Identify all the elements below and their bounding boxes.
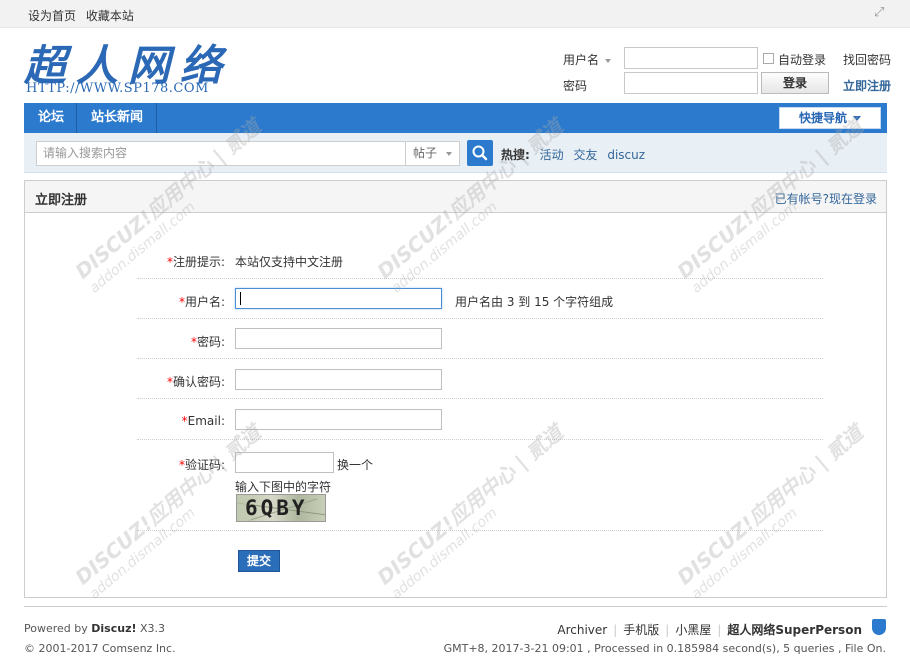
captcha-hint: 输入下图中的字符 bbox=[235, 480, 332, 494]
quick-nav-label: 快捷导航 bbox=[798, 111, 847, 125]
nav-divider bbox=[156, 103, 157, 133]
hot-search-label: 热搜: bbox=[501, 148, 530, 162]
mobile-link[interactable]: 手机版 bbox=[623, 623, 659, 637]
footer-links: Archiver | 手机版 | 小黑屋 | 超人网络SuperPerson bbox=[557, 623, 862, 637]
archiver-link[interactable]: Archiver bbox=[557, 623, 607, 637]
confirm-password-label: *确认密码: bbox=[166, 375, 225, 389]
password-field-label: *密码: bbox=[190, 335, 225, 349]
confirm-password-field[interactable] bbox=[235, 369, 442, 390]
panel-header: 立即注册 已有帐号?现在登录 bbox=[25, 181, 886, 213]
powered-by: Powered by Discuz! X3.3 bbox=[24, 622, 166, 635]
password-label: 密码 bbox=[563, 79, 588, 93]
submit-button[interactable]: 提交 bbox=[238, 550, 280, 572]
chevron-down-icon bbox=[605, 58, 612, 63]
page-title: 立即注册 bbox=[35, 193, 88, 208]
search-icon bbox=[472, 145, 488, 161]
search-bar: 请输入搜索内容 帖子 热搜: 活动 交友 discuz bbox=[24, 133, 887, 173]
notice-label: *注册提示: bbox=[166, 255, 225, 269]
copyright: © 2001-2017 Comsenz Inc. bbox=[24, 642, 176, 655]
fullscreen-icon[interactable]: ⤢ bbox=[874, 6, 888, 20]
nav-item-forum[interactable]: 论坛 bbox=[38, 103, 64, 133]
blackroom-link[interactable]: 小黑屋 bbox=[675, 623, 711, 637]
hot-search-item[interactable]: 活动 bbox=[540, 148, 564, 162]
nav-item-webmaster-news[interactable]: 站长新闻 bbox=[91, 103, 143, 133]
row-divider bbox=[137, 439, 823, 440]
text-caret bbox=[240, 292, 241, 305]
username-type-select[interactable]: 用户名 bbox=[563, 51, 612, 68]
find-password-link[interactable]: 找回密码 bbox=[843, 51, 891, 68]
captcha-field-label: *验证码: bbox=[178, 458, 225, 472]
row-divider bbox=[137, 278, 823, 279]
email-field-label: *Email: bbox=[181, 414, 225, 428]
chevron-down-icon bbox=[446, 152, 452, 156]
set-homepage-link[interactable]: 设为首页 bbox=[28, 9, 76, 23]
hot-search-item[interactable]: 交友 bbox=[573, 148, 597, 162]
email-field[interactable] bbox=[235, 409, 442, 430]
have-account-login-link[interactable]: 已有帐号?现在登录 bbox=[775, 190, 877, 207]
login-password-input[interactable] bbox=[624, 72, 758, 94]
nav-divider bbox=[76, 103, 77, 133]
captcha-refresh-link[interactable]: 换一个 bbox=[337, 456, 373, 473]
bookmark-site-link[interactable]: 收藏本站 bbox=[86, 9, 134, 23]
register-now-link[interactable]: 立即注册 bbox=[843, 77, 891, 94]
register-panel: 立即注册 已有帐号?现在登录 *注册提示: 本站仅支持中文注册 *用户名: 用户… bbox=[24, 180, 887, 598]
row-divider bbox=[137, 318, 823, 319]
username-field[interactable] bbox=[235, 288, 442, 309]
top-utility-bar: 设为首页 收藏本站 ⤢ bbox=[0, 0, 910, 28]
captcha-image[interactable]: 6QBY bbox=[236, 494, 326, 522]
auto-login-checkbox[interactable] bbox=[763, 53, 774, 64]
username-hint: 用户名由 3 到 15 个字符组成 bbox=[455, 295, 614, 309]
hot-search-item[interactable]: discuz bbox=[607, 148, 645, 162]
search-button[interactable] bbox=[467, 140, 493, 166]
username-label: 用户名 bbox=[563, 53, 600, 67]
captcha-text: 6QBY bbox=[245, 496, 308, 520]
password-field[interactable] bbox=[235, 328, 442, 349]
main-nav: 论坛 站长新闻 快捷导航 bbox=[24, 103, 887, 133]
row-divider bbox=[137, 398, 823, 399]
login-button[interactable]: 登录 bbox=[761, 72, 829, 94]
username-field-label: *用户名: bbox=[178, 295, 225, 309]
site-header: 超人网络 HTTP://WWW.SP178.COM 用户名 自动登录 找回密码 … bbox=[0, 28, 910, 103]
row-divider bbox=[137, 358, 823, 359]
discuz-link[interactable]: Discuz! bbox=[91, 622, 136, 635]
row-divider bbox=[137, 530, 823, 531]
footer-stats: GMT+8, 2017-3-21 09:01 , Processed in 0.… bbox=[443, 642, 886, 655]
quick-nav-button[interactable]: 快捷导航 bbox=[779, 107, 881, 129]
login-username-input[interactable] bbox=[624, 47, 758, 69]
notice-text: 本站仅支持中文注册 bbox=[235, 255, 344, 269]
site-logo-url: HTTP://WWW.SP178.COM bbox=[26, 81, 209, 96]
auto-login-label[interactable]: 自动登录 bbox=[778, 51, 826, 68]
captcha-field[interactable] bbox=[235, 452, 334, 473]
search-type-value: 帖子 bbox=[413, 146, 438, 160]
footer-divider bbox=[24, 606, 887, 607]
search-input[interactable]: 请输入搜索内容 bbox=[36, 141, 406, 166]
shield-icon[interactable] bbox=[872, 619, 886, 635]
search-type-select[interactable]: 帖子 bbox=[405, 141, 460, 166]
chevron-down-icon bbox=[853, 116, 861, 121]
site-name-link[interactable]: 超人网络SuperPerson bbox=[727, 623, 862, 637]
hot-search: 热搜: 活动 交友 discuz bbox=[501, 146, 645, 163]
